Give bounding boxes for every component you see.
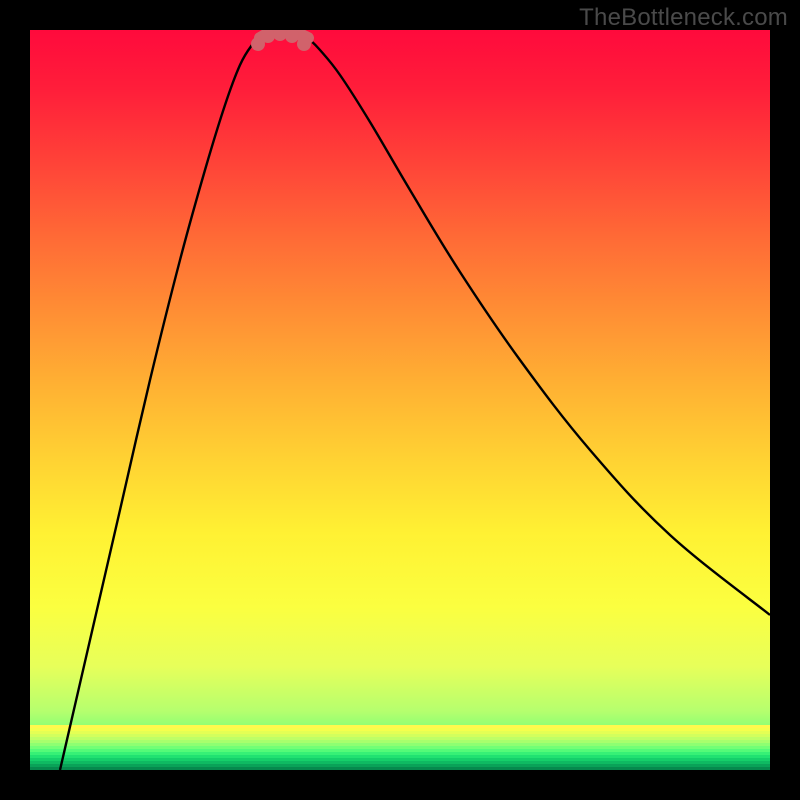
plot-area [30,30,770,770]
curve-left-branch [60,38,260,770]
curve-layer [30,30,770,770]
valley-dot [273,30,287,41]
valley-dot [285,30,299,43]
chart-stage: TheBottleneck.com [0,0,800,800]
watermark-text: TheBottleneck.com [579,4,788,32]
curve-right-branch [308,38,770,615]
valley-dot [297,37,311,51]
